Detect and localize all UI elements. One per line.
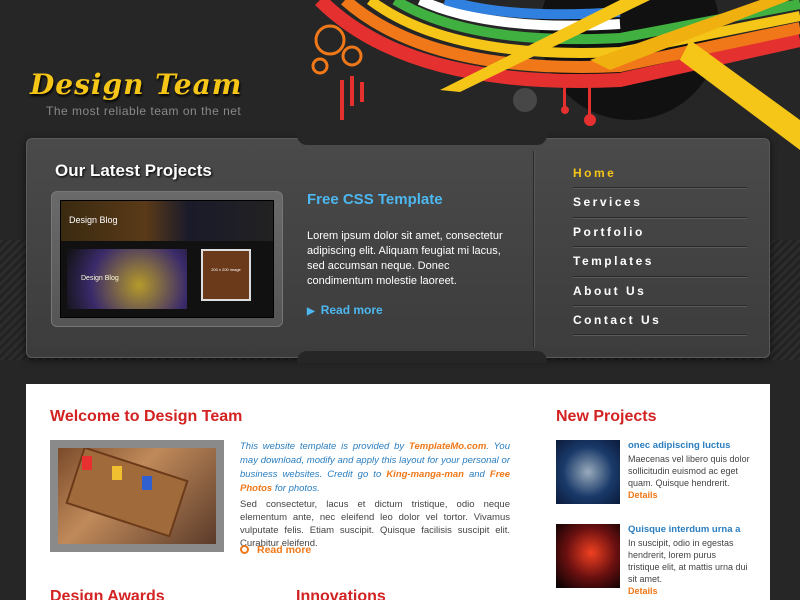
new-project-title[interactable]: onec adipiscing luctus bbox=[628, 440, 730, 451]
latest-projects-title: Our Latest Projects bbox=[55, 161, 212, 180]
new-projects-title: New Projects bbox=[556, 408, 657, 425]
intro-text-c: and bbox=[463, 469, 490, 480]
king-manga-man-link[interactable]: King-manga-man bbox=[386, 469, 464, 480]
play-arrow-icon: ▶ bbox=[307, 306, 315, 317]
details-link[interactable]: Details bbox=[628, 586, 658, 596]
welcome-title: Welcome to Design Team bbox=[50, 408, 243, 425]
new-project-title[interactable]: Quisque interdum urna a bbox=[628, 524, 740, 535]
new-project-item: onec adipiscing luctus Maecenas vel libe… bbox=[556, 440, 756, 510]
fire-thumbnail[interactable] bbox=[556, 524, 620, 588]
nav-item-portfolio[interactable]: Portfolio bbox=[573, 218, 747, 248]
feature-read-more-link[interactable]: ▶ Read more bbox=[307, 303, 383, 317]
nav-divider bbox=[533, 151, 534, 347]
panel-notch-top bbox=[297, 133, 547, 145]
welcome-intro: This website template is provided by Tem… bbox=[240, 440, 510, 496]
new-project-text: In suscipit, odio in egestas hendrerit, … bbox=[628, 538, 748, 584]
clip-red bbox=[82, 456, 92, 470]
logo-title[interactable]: Design Team bbox=[30, 68, 242, 101]
new-project-text: Maecenas vel libero quis dolor sollicitu… bbox=[628, 454, 750, 488]
welcome-body: Sed consectetur, lacus et dictum tristiq… bbox=[240, 499, 510, 549]
feature-panel: Our Latest Projects Design Blog Design B… bbox=[26, 133, 770, 363]
welcome-image bbox=[58, 448, 216, 544]
logo-tagline: The most reliable team on the net bbox=[46, 104, 242, 118]
design-awards-title: Design Awards bbox=[50, 588, 165, 600]
templatemo-link[interactable]: TemplateMo.com bbox=[409, 441, 486, 452]
intro-text-d: for photos. bbox=[272, 483, 320, 494]
main-nav: Home Services Portfolio Templates About … bbox=[573, 159, 747, 336]
nav-item-home[interactable]: Home bbox=[573, 159, 747, 189]
clip-yellow bbox=[112, 466, 122, 480]
thumbnail-title: Design Blog bbox=[69, 215, 118, 225]
project-thumbnail: Design Blog Design Blog 200 x 200 image bbox=[60, 200, 274, 318]
nav-item-contact-us[interactable]: Contact Us bbox=[573, 306, 747, 336]
thumbnail-subtitle: Design Blog bbox=[81, 275, 119, 282]
circle-bullet-icon bbox=[240, 545, 249, 554]
welcome-image-frame bbox=[50, 440, 224, 552]
new-project-item: Quisque interdum urna a In suscipit, odi… bbox=[556, 524, 756, 600]
project-thumbnail-frame[interactable]: Design Blog Design Blog 200 x 200 image bbox=[51, 191, 283, 327]
circuit-thumbnail[interactable] bbox=[556, 440, 620, 504]
innovations-title: Innovations bbox=[296, 588, 386, 600]
nav-item-templates[interactable]: Templates bbox=[573, 247, 747, 277]
thumbnail-image-box bbox=[201, 249, 251, 301]
feature-read-more-label: Read more bbox=[320, 303, 383, 317]
panel-notch-bottom bbox=[297, 351, 547, 363]
welcome-read-more-link[interactable]: Read more bbox=[240, 544, 311, 556]
details-link[interactable]: Details bbox=[628, 490, 658, 500]
nav-item-about-us[interactable]: About Us bbox=[573, 277, 747, 306]
clip-blue bbox=[142, 476, 152, 490]
feature-heading[interactable]: Free CSS Template bbox=[307, 191, 443, 208]
welcome-read-more-label: Read more bbox=[257, 544, 312, 556]
main-content: Welcome to Design Team This website temp… bbox=[26, 384, 770, 600]
intro-text-a: This website template is provided by bbox=[240, 441, 410, 452]
nav-item-services[interactable]: Services bbox=[573, 188, 747, 218]
thumbnail-box-text: 200 x 200 image bbox=[211, 267, 241, 272]
feature-text: Lorem ipsum dolor sit amet, consectetur … bbox=[307, 230, 503, 287]
